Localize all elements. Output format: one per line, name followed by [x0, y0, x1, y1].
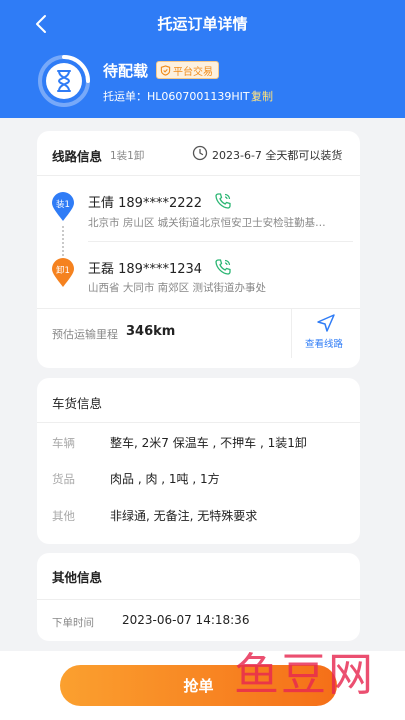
load-stop-pin-icon: 装1 [51, 192, 75, 222]
route-section-title: 线路信息 [52, 149, 103, 164]
unload-stop-pin-icon: 卸1 [51, 258, 75, 288]
vehicle-label: 车辆 [52, 436, 75, 450]
watermark-logo: 鱼豆网 [234, 648, 376, 701]
distance-label: 预估运输里程 [52, 328, 118, 341]
divider [37, 599, 360, 600]
other-info-card: 其他信息 下单时间 2023-06-07 14:18:36 [37, 553, 360, 641]
other-value: 非绿通, 无备注, 无特殊要求 [110, 509, 258, 523]
route-connector [62, 226, 64, 256]
load-date: 2023-6-7 全天都可以装货 [212, 149, 343, 162]
platform-badge: 平台交易 [156, 61, 219, 79]
order-time-label: 下单时间 [52, 617, 94, 629]
cargo-section-title: 车货信息 [52, 396, 103, 411]
divider [37, 422, 360, 423]
load-contact: 王倩 189****2222 [88, 196, 203, 211]
goods-value: 肉品 , 肉 , 1吨 , 1方 [110, 472, 220, 486]
platform-badge-label: 平台交易 [173, 66, 213, 78]
hourglass-status-icon [38, 55, 90, 107]
divider [88, 241, 353, 242]
order-number: 托运单：HL0607001139HIT｜ [103, 90, 261, 103]
other-label: 其他 [52, 509, 75, 523]
clock-icon [192, 145, 208, 161]
divider [37, 175, 360, 176]
order-time-value: 2023-06-07 14:18:36 [122, 613, 250, 627]
order-status: 待配载 [103, 62, 149, 80]
route-count: 1装1卸 [110, 150, 145, 162]
shield-check-icon [160, 64, 171, 76]
divider [37, 308, 360, 309]
other-section-title: 其他信息 [52, 570, 103, 585]
header-bar: 托运订单详情 待配载 平台交易 托运单：HL0607001139HIT｜ 复制 [0, 0, 405, 118]
navigation-arrow-icon[interactable] [316, 313, 336, 333]
load-stop-tag: 装1 [56, 200, 70, 210]
vehicle-value: 整车, 2米7 保温车 , 不押车 , 1装1卸 [110, 436, 307, 450]
divider [291, 308, 292, 358]
unload-contact: 王磊 189****1234 [88, 262, 203, 277]
copy-button[interactable]: 复制 [251, 88, 273, 104]
phone-call-icon[interactable] [214, 258, 232, 276]
phone-call-icon[interactable] [214, 192, 232, 210]
cargo-info-card: 车货信息 车辆 整车, 2米7 保温车 , 不押车 , 1装1卸 货品 肉品 ,… [37, 378, 360, 544]
unload-stop-tag: 卸1 [56, 266, 70, 276]
distance-value: 346km [126, 324, 176, 339]
page-title: 托运订单详情 [157, 15, 248, 33]
goods-label: 货品 [52, 472, 75, 486]
view-route-button[interactable]: 查看线路 [305, 336, 343, 350]
unload-address: 山西省 大同市 南郊区 测试街道办事处 [88, 282, 267, 294]
load-address: 北京市 房山区 城关街道北京恒安卫士安检驻勤基… [88, 217, 326, 229]
route-info-card: 线路信息 1装1卸 2023-6-7 全天都可以装货 装1 王倩 189****… [37, 131, 360, 368]
